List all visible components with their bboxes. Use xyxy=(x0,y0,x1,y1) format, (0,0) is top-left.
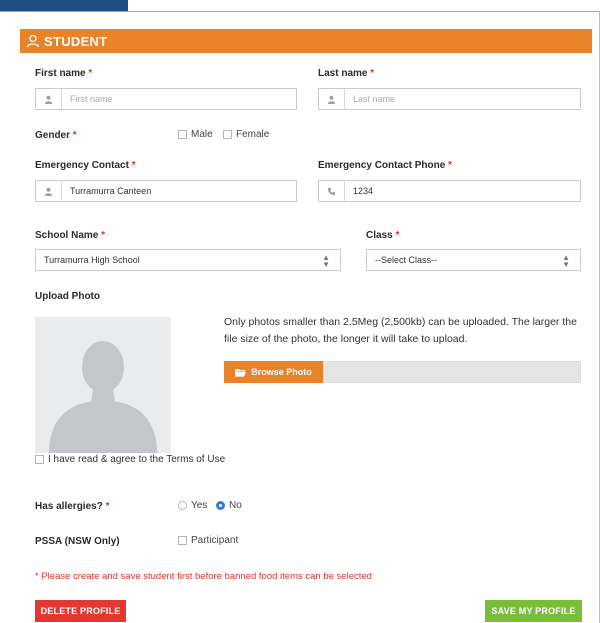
radio-yes[interactable] xyxy=(178,501,187,510)
school-name-select[interactable]: Turramurra High School ▲ ▼ xyxy=(35,249,341,271)
participant-check[interactable] xyxy=(178,536,187,545)
avatar-placeholder xyxy=(35,317,171,453)
allergies-label: Has allergies? * xyxy=(35,501,110,512)
user-icon xyxy=(319,89,345,109)
phone-icon xyxy=(319,181,345,201)
terms-label: I have read & agree to the Terms of Use xyxy=(48,454,226,465)
save-profile-button[interactable]: SAVE MY PROFILE xyxy=(485,600,582,622)
gender-male-radio[interactable]: Male xyxy=(178,129,213,140)
avatar-silhouette-icon xyxy=(49,341,157,453)
allergies-no-radio[interactable]: No xyxy=(216,500,242,511)
last-name-placeholder: Last name xyxy=(353,94,396,104)
select-caret-icon: ▲ ▼ xyxy=(562,253,570,269)
panel-title: STUDENT xyxy=(44,33,108,49)
emergency-phone-value: 1234 xyxy=(353,186,374,196)
emergency-contact-value: Turramurra Canteen xyxy=(70,186,152,196)
allergies-yes-radio[interactable]: Yes xyxy=(178,500,207,511)
first-name-label: First name * xyxy=(35,68,93,79)
pssa-participant-checkbox[interactable]: Participant xyxy=(178,535,238,546)
terms-checkbox[interactable] xyxy=(35,455,44,464)
gender-label: Gender * xyxy=(35,130,77,141)
emergency-contact-field[interactable]: Turramurra Canteen xyxy=(35,180,297,202)
user-icon xyxy=(26,34,40,48)
school-name-label: School Name * xyxy=(35,230,106,241)
gender-female-radio[interactable]: Female xyxy=(223,129,269,140)
banned-food-warning: * Please create and save student first b… xyxy=(35,571,372,582)
terms-checkbox-row[interactable]: I have read & agree to the Terms of Use xyxy=(35,454,225,465)
school-name-value: Turramurra High School xyxy=(44,255,140,265)
first-name-field[interactable]: First name xyxy=(35,88,297,110)
first-name-placeholder: First name xyxy=(70,94,113,104)
emergency-phone-field[interactable]: 1234 xyxy=(318,180,581,202)
upload-photo-label: Upload Photo xyxy=(35,291,100,302)
user-icon xyxy=(36,181,62,201)
class-select[interactable]: --Select Class-- ▲ ▼ xyxy=(366,249,581,271)
pssa-label: PSSA (NSW Only) xyxy=(35,536,120,547)
last-name-label: Last name * xyxy=(318,68,375,79)
emergency-contact-label: Emergency Contact * xyxy=(35,160,136,171)
browse-photo-button[interactable]: Browse Photo xyxy=(224,361,323,383)
delete-profile-button[interactable]: DELETE PROFILE xyxy=(35,600,126,622)
class-value: --Select Class-- xyxy=(375,255,438,265)
emergency-phone-label: Emergency Contact Phone * xyxy=(318,160,452,171)
user-icon xyxy=(36,89,62,109)
class-label: Class * xyxy=(366,230,400,241)
gender-male-check[interactable] xyxy=(178,130,187,139)
upload-note: Only photos smaller than 2.5Meg (2,500kb… xyxy=(224,316,577,345)
gender-female-check[interactable] xyxy=(223,130,232,139)
page-border xyxy=(0,11,600,12)
radio-no-selected[interactable] xyxy=(216,501,225,510)
last-name-field[interactable]: Last name xyxy=(318,88,581,110)
folder-icon xyxy=(235,368,247,377)
panel-header: STUDENT xyxy=(20,29,592,53)
select-caret-icon: ▲ ▼ xyxy=(322,253,330,269)
